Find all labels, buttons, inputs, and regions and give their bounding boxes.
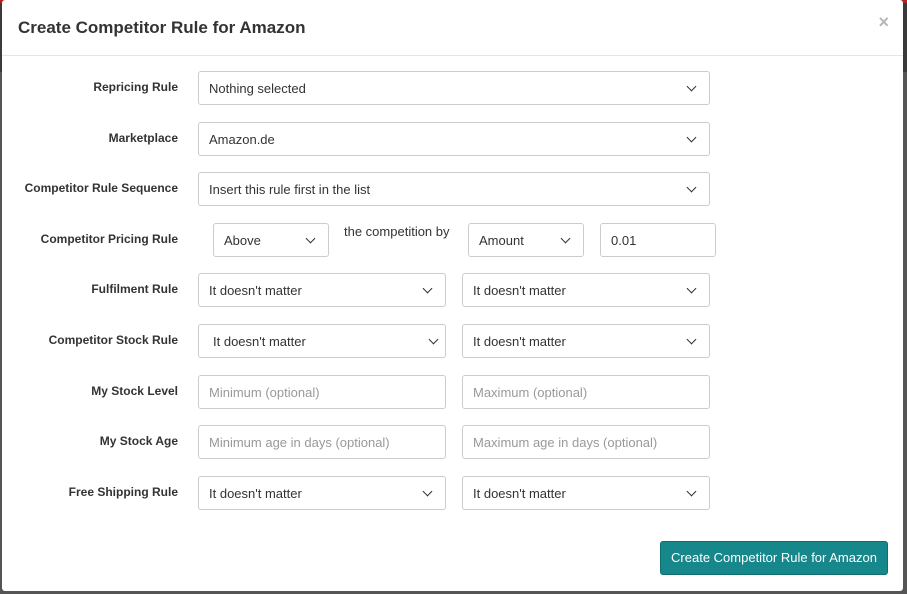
chevron-down-icon [686,486,697,497]
marketplace-select[interactable]: Amazon.de [198,122,710,156]
modal-header: Create Competitor Rule for Amazon × [2,0,903,56]
chevron-down-icon [560,233,571,244]
sequence-select[interactable]: Insert this rule first in the list [198,172,710,206]
stock-level-max-placeholder: Maximum (optional) [473,385,588,400]
pricing-direction-value: Above [224,233,261,248]
chevron-down-icon [422,486,433,497]
repricing-rule-value: Nothing selected [209,81,306,96]
stock-age-label: My Stock Age [99,434,178,448]
pricing-direction-select[interactable]: Above [213,223,329,257]
stock-age-min-input[interactable]: Minimum age in days (optional) [198,425,446,459]
create-competitor-rule-button[interactable]: Create Competitor Rule for Amazon [660,541,888,575]
pricing-amount-value: 0.01 [611,233,637,248]
fulfilment-select-2[interactable]: It doesn't matter [462,273,710,307]
fulfilment-select-1[interactable]: It doesn't matter [198,273,446,307]
pricing-rule-label: Competitor Pricing Rule [40,232,178,246]
competitor-rule-modal: Create Competitor Rule for Amazon × Repr… [2,0,903,591]
sequence-label: Competitor Rule Sequence [24,181,178,195]
pricing-amount-input[interactable]: 0.01 [600,223,716,257]
stock-age-max-placeholder: Maximum age in days (optional) [473,435,658,450]
marketplace-value: Amazon.de [209,132,275,147]
stock-rule-select-2[interactable]: It doesn't matter [462,324,710,358]
repricing-rule-label: Repricing Rule [93,80,178,94]
stock-rule-value-2: It doesn't matter [473,334,566,349]
chevron-down-icon [305,233,316,244]
free-shipping-select-2[interactable]: It doesn't matter [462,476,710,510]
chevron-down-icon [686,334,697,345]
fulfilment-value-1: It doesn't matter [209,283,302,298]
chevron-down-icon [686,182,697,193]
stock-level-min-placeholder: Minimum (optional) [209,385,320,400]
pricing-middle-text: the competition by [344,224,450,239]
chevron-down-icon [686,132,697,143]
sequence-value: Insert this rule first in the list [209,182,371,197]
chevron-down-icon [686,81,697,92]
pricing-type-value: Amount [479,233,524,248]
chevron-down-icon [428,334,439,345]
free-shipping-label: Free Shipping Rule [68,485,178,499]
marketplace-label: Marketplace [108,131,178,145]
free-shipping-value-1: It doesn't matter [209,486,302,501]
free-shipping-select-1[interactable]: It doesn't matter [198,476,446,510]
stock-rule-select-1[interactable]: It doesn't matter [198,324,446,358]
pricing-type-select[interactable]: Amount [468,223,584,257]
stock-age-min-placeholder: Minimum age in days (optional) [209,435,390,450]
free-shipping-value-2: It doesn't matter [473,486,566,501]
stock-level-max-input[interactable]: Maximum (optional) [462,375,710,409]
repricing-rule-select[interactable]: Nothing selected [198,71,710,105]
stock-rule-value-1: It doesn't matter [213,334,306,349]
stock-age-max-input[interactable]: Maximum age in days (optional) [462,425,710,459]
chevron-down-icon [422,283,433,294]
fulfilment-label: Fulfilment Rule [91,282,178,296]
stock-rule-label: Competitor Stock Rule [48,333,178,347]
modal-title: Create Competitor Rule for Amazon [18,18,306,37]
stock-level-min-input[interactable]: Minimum (optional) [198,375,446,409]
fulfilment-value-2: It doesn't matter [473,283,566,298]
close-icon[interactable]: × [878,12,889,33]
stock-level-label: My Stock Level [91,384,178,398]
chevron-down-icon [686,283,697,294]
